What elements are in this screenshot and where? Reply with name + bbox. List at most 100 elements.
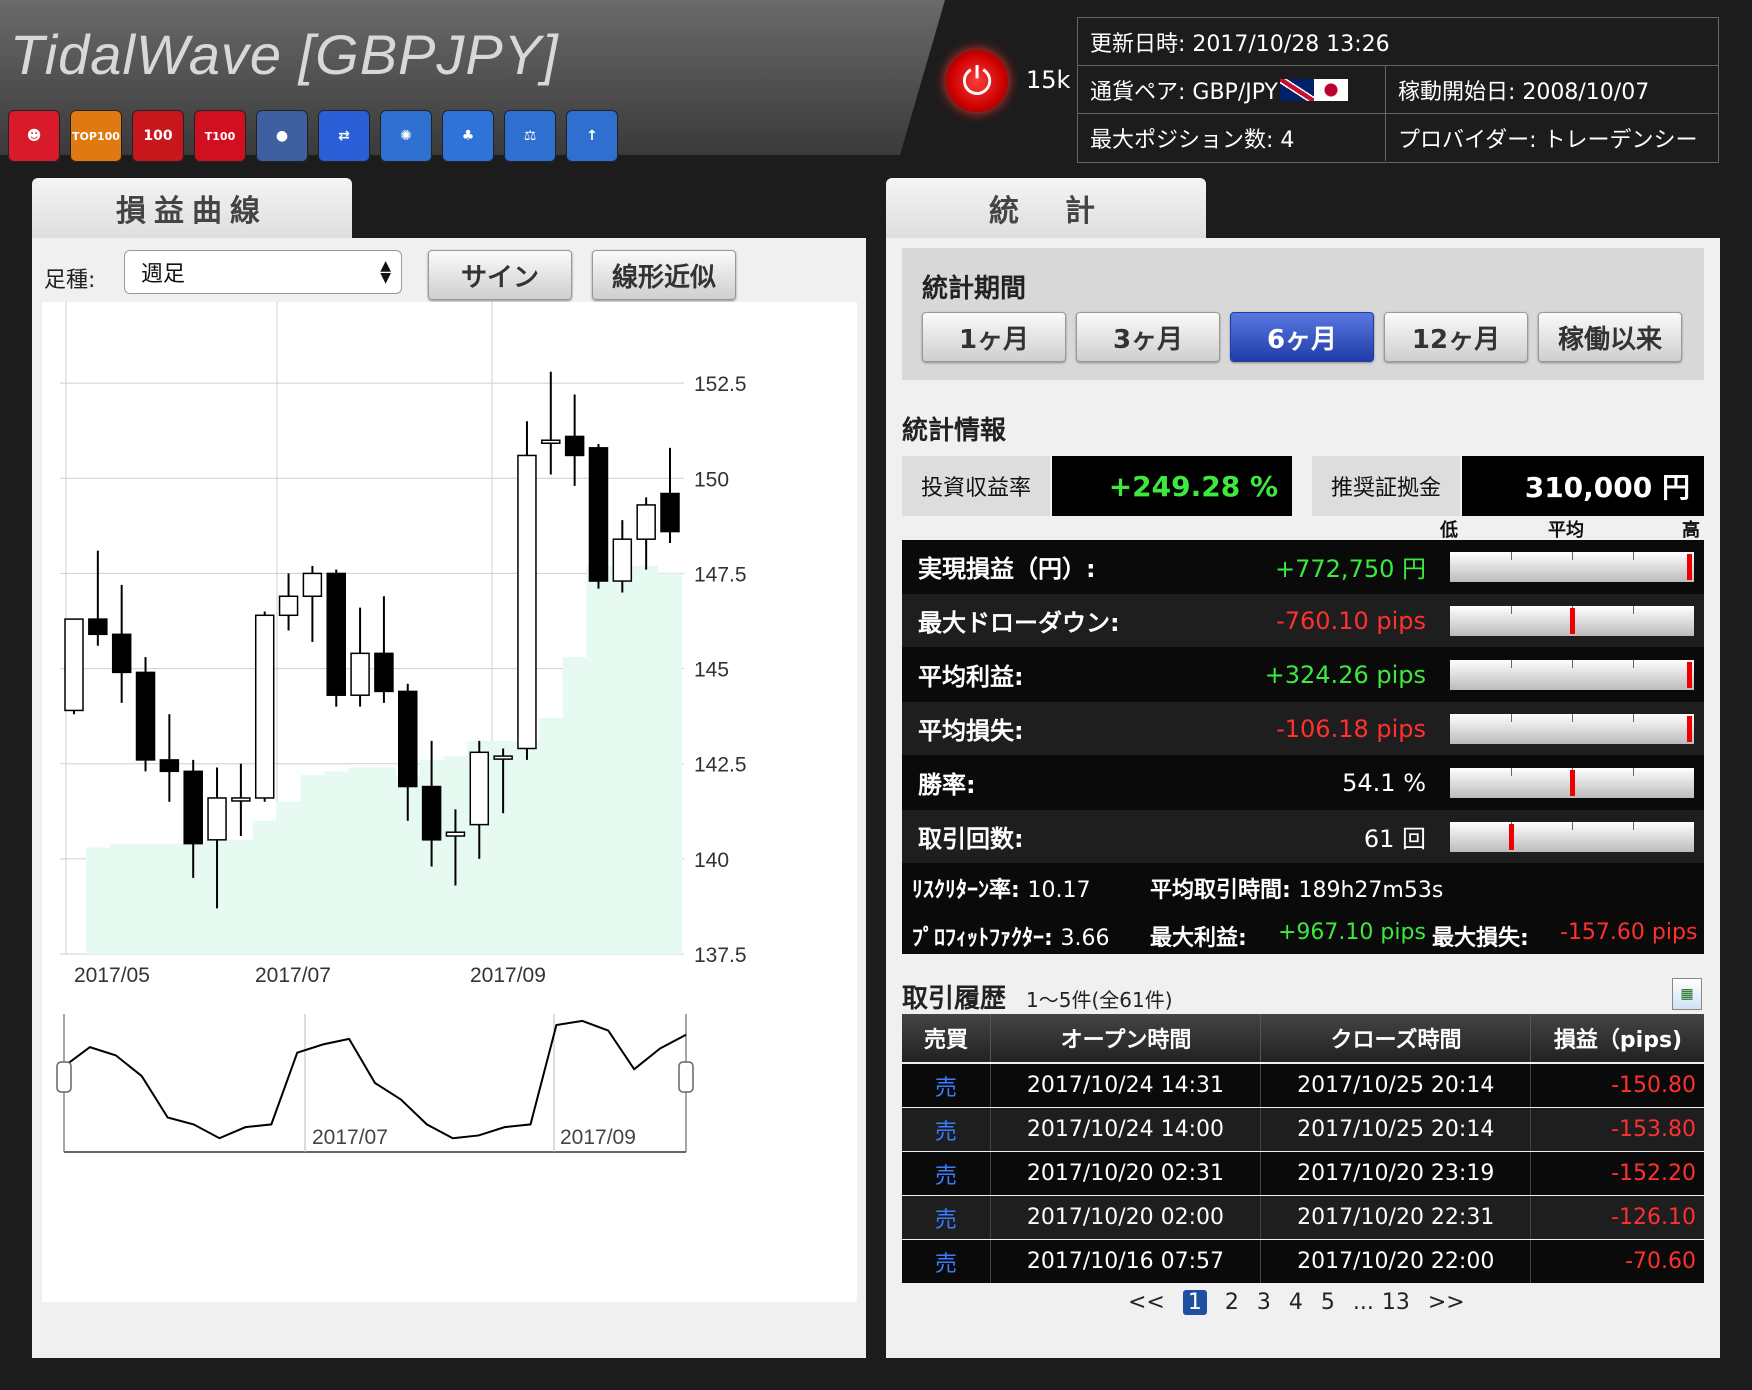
candle-body-down [183,770,203,845]
trade-pnl: -126.10 [1530,1196,1704,1239]
sphere-icon[interactable]: ● [256,110,308,162]
meter-marker [1687,661,1693,688]
period-button-4[interactable]: 稼働以来 [1538,312,1682,362]
page-link-2[interactable]: 2 [1225,1290,1239,1315]
t100-icon[interactable]: T100 [194,110,246,162]
page-prev-link[interactable]: << [1128,1290,1165,1315]
nav-right-handle[interactable] [678,1061,694,1093]
meter-marker [1687,715,1693,742]
table-row[interactable]: 売 2017/10/24 14:31 2017/10/25 20:14 -150.80 [902,1064,1704,1107]
history-column-header[interactable]: 売買 [902,1014,990,1062]
page-link-3[interactable]: 3 [1257,1290,1271,1315]
nav-tick-label: 2017/07 [312,1126,388,1149]
meter-low-label: 低 [1440,520,1458,541]
meter-marker [1687,553,1693,580]
trade-open: 2017/10/20 02:00 [989,1196,1260,1239]
candle-body-up [541,439,561,444]
meter-avg-label: 平均 [1548,520,1584,541]
table-row[interactable]: 売 2017/10/20 02:31 2017/10/20 23:19 -152.20 [902,1152,1704,1195]
leaf100-icon[interactable]: 100 [132,110,184,162]
stat-row: 取引回数: 61 回 [902,810,1704,863]
trade-open: 2017/10/24 14:31 [989,1064,1260,1107]
pair-text: 通貨ペア: GBP/JPY [1090,79,1278,105]
candle-body-down [159,759,180,773]
stat-label: 取引回数: [918,825,1024,853]
y-tick-label: 140 [694,849,729,872]
stat-meter [1450,713,1694,744]
candle-body-up [517,454,537,750]
avg-time-label: 平均取引時間: [1150,878,1291,903]
tree-icon[interactable]: ♣ [442,110,494,162]
arrow-up-icon[interactable]: ↑ [566,110,618,162]
stats-title: 統計情報 [902,416,1007,446]
stat-meter [1450,821,1694,852]
margin-label: 推奨証拠金 [1312,456,1460,516]
pf-label: ﾌﾟﾛﾌｨｯﾄﾌｧｸﾀｰ: [912,926,1053,951]
y-tick-label: 150 [694,468,729,491]
history-title: 取引履歴 [902,984,1007,1014]
meter-tick [1572,821,1573,830]
export-icon[interactable]: ▦ [1672,978,1702,1010]
power-label: 15k [1026,66,1071,94]
stat-meter [1450,659,1694,690]
trade-close: 2017/10/20 23:19 [1260,1152,1530,1195]
history-count: 1〜5件(全61件) [1026,988,1173,1012]
trade-pnl: -153.80 [1530,1108,1704,1151]
trade-side: 売 [934,1163,957,1189]
page-link-5[interactable]: 5 [1321,1290,1335,1315]
stat-row: 平均損失: -106.18 pips [902,702,1704,755]
top100-icon[interactable]: TOP100 [70,110,122,162]
trade-close: 2017/10/25 20:14 [1260,1064,1530,1107]
info-row-provider: 最大ポジション数: 4 プロバイダー: トレーデンシー [1078,114,1718,161]
rr-value: 10.17 [1027,878,1091,903]
candle-body-up [64,618,84,712]
stat-meter [1450,551,1694,582]
rr-label-text: ﾘｽｸﾘﾀｰﾝ率: [912,878,1020,903]
candle-body-up [278,595,299,617]
page-link-last[interactable]: 13 [1382,1290,1410,1315]
stat-row: 最大ドローダウン: -760.10 pips [902,594,1704,647]
period-button-3[interactable]: 12ヶ月 [1384,312,1528,362]
stat-row: 実現損益（円）: +772,750 円 [902,540,1704,593]
trade-pnl: -152.20 [1530,1152,1704,1195]
table-row[interactable]: 売 2017/10/20 02:00 2017/10/20 22:31 -126.10 [902,1196,1704,1239]
trade-close: 2017/10/20 22:00 [1260,1240,1530,1283]
period-button-2[interactable]: 6ヶ月 [1230,312,1374,362]
stat-label: 実現損益（円）: [918,555,1096,583]
candle-body-up [350,652,370,696]
flash-icon[interactable]: ✺ [380,110,432,162]
page-next-link[interactable]: >> [1428,1290,1465,1315]
y-tick-label: 142.5 [694,754,747,777]
ashi-select[interactable]: 週足 ▲ ▼ [124,250,402,294]
nav-left-handle[interactable] [56,1061,72,1093]
stat-label: 勝率: [918,771,976,799]
period-button-0[interactable]: 1ヶ月 [922,312,1066,362]
period-button-1[interactable]: 3ヶ月 [1076,312,1220,362]
jp-flag-icon [1313,78,1348,101]
network-icon[interactable]: ⇄ [318,110,370,162]
trade-pnl: -150.80 [1530,1064,1704,1107]
tab-statistics[interactable]: 統 計 [886,178,1206,238]
history-column-header[interactable]: クローズ時間 [1260,1014,1531,1062]
max-pos-text: 最大ポジション数: 4 [1078,114,1386,161]
scale-icon[interactable]: ⚖ [504,110,556,162]
sign-button[interactable]: サイン [428,250,572,300]
smiley-icon[interactable]: ☻ [8,110,60,162]
pf-value: 3.66 [1060,926,1110,951]
table-row[interactable]: 売 2017/10/24 14:00 2017/10/25 20:14 -153.80 [902,1108,1704,1151]
candle-body-down [421,785,442,841]
power-icon[interactable]: ⏻ [946,50,1008,112]
linear-approx-button[interactable]: 線形近似 [592,250,736,300]
page-link-4[interactable]: 4 [1289,1290,1303,1315]
stat-row: 平均利益: +324.26 pips [902,648,1704,701]
stat-row: 勝率: 54.1 % [902,756,1704,809]
stat-value: -106.18 pips [1276,714,1426,743]
tab-equity-curve[interactable]: 損益曲線 [32,178,352,238]
page-link-1[interactable]: 1 [1182,1290,1207,1315]
history-column-header[interactable]: 損益（pips) [1530,1014,1705,1062]
meter-marker [1570,607,1575,634]
meter-tick [1572,659,1573,668]
history-column-header[interactable]: オープン時間 [990,1014,1261,1062]
candle-body-up [445,831,466,837]
table-row[interactable]: 売 2017/10/16 07:57 2017/10/20 22:00 -70.60 [902,1240,1704,1283]
